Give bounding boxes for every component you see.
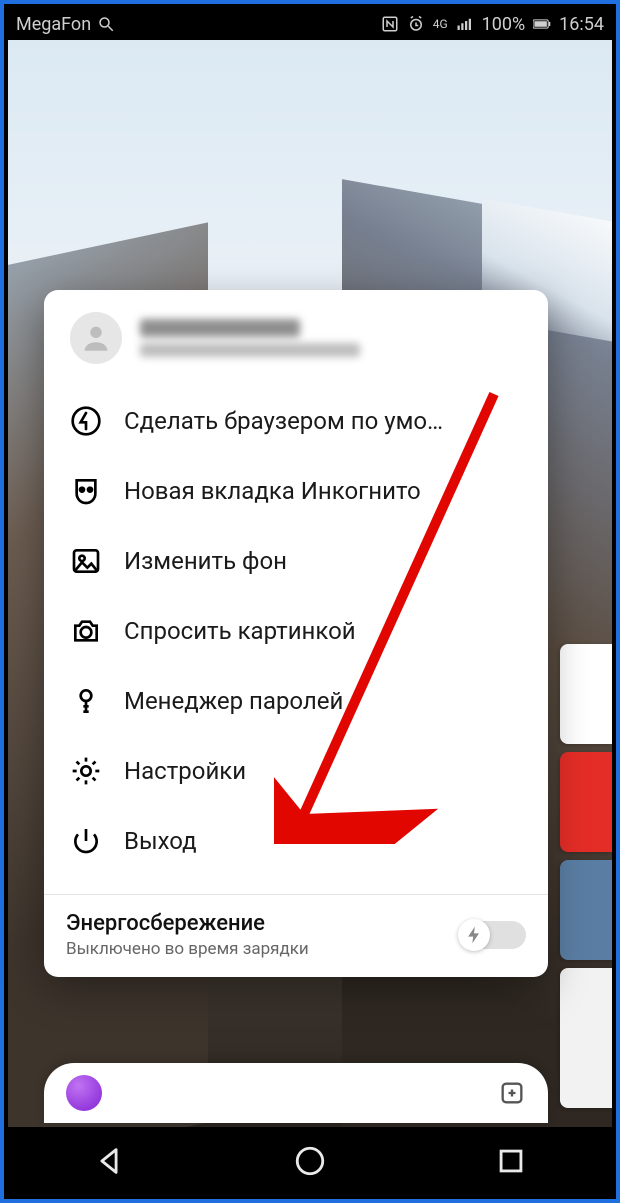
yandex-icon: [70, 405, 102, 437]
menu-item-exit[interactable]: Выход: [44, 806, 548, 876]
side-tabs: [560, 644, 612, 1116]
battery-icon: [533, 15, 551, 33]
nfc-icon: [381, 15, 399, 33]
energy-title: Энергосбережение: [66, 911, 458, 936]
image-icon: [70, 545, 102, 577]
menu-item-label: Изменить фон: [124, 547, 287, 575]
device-frame: MegaFon 4G 100% 16:54: [0, 0, 620, 1203]
side-tab[interactable]: [560, 860, 612, 960]
menu-item-default-browser[interactable]: Сделать браузером по умо…: [44, 386, 548, 456]
menu-item-incognito[interactable]: Новая вкладка Инкогнито: [44, 456, 548, 526]
search-icon: [97, 15, 115, 33]
incognito-icon: [70, 475, 102, 507]
status-bar: MegaFon 4G 100% 16:54: [8, 8, 612, 40]
profile-row[interactable]: [44, 290, 548, 378]
side-tab[interactable]: [560, 644, 612, 744]
battery-pct: 100%: [482, 14, 526, 35]
energy-saving-row[interactable]: Энергосбережение Выключено во время заря…: [44, 895, 548, 977]
side-tab[interactable]: [560, 968, 612, 1108]
menu-item-label: Спросить картинкой: [124, 617, 356, 645]
side-tab[interactable]: [560, 752, 612, 852]
network-label: 4G: [433, 17, 448, 31]
new-tab-icon: [498, 1079, 526, 1107]
menu-item-label: Настройки: [124, 757, 246, 785]
energy-subtitle: Выключено во время зарядки: [66, 939, 458, 959]
menu-item-label: Сделать браузером по умо…: [124, 407, 443, 435]
gear-icon: [70, 755, 102, 787]
search-bar[interactable]: [44, 1063, 548, 1123]
menu-item-change-background[interactable]: Изменить фон: [44, 526, 548, 596]
camera-icon: [70, 615, 102, 647]
key-icon: [70, 685, 102, 717]
home-button[interactable]: [293, 1144, 327, 1178]
menu-item-password-manager[interactable]: Менеджер паролей: [44, 666, 548, 736]
browser-menu: Сделать браузером по умо… Новая вкладка …: [44, 290, 548, 977]
clock: 16:54: [559, 14, 604, 35]
signal-icon: [456, 15, 474, 33]
carrier-label: MegaFon: [16, 14, 91, 35]
android-nav-bar: [8, 1127, 612, 1195]
energy-toggle[interactable]: [470, 921, 526, 949]
profile-text-blurred: [140, 319, 522, 357]
alarm-icon: [407, 15, 425, 33]
avatar: [70, 312, 122, 364]
menu-item-label: Новая вкладка Инкогнито: [124, 477, 421, 505]
menu-item-label: Менеджер паролей: [124, 687, 343, 715]
bolt-icon: [464, 925, 484, 945]
power-icon: [70, 825, 102, 857]
menu-item-ask-by-image[interactable]: Спросить картинкой: [44, 596, 548, 666]
menu-item-label: Выход: [124, 827, 197, 855]
menu-list: Сделать браузером по умо… Новая вкладка …: [44, 378, 548, 890]
alice-icon: [66, 1075, 102, 1111]
recent-apps-button[interactable]: [494, 1144, 528, 1178]
back-button[interactable]: [92, 1144, 126, 1178]
menu-item-settings[interactable]: Настройки: [44, 736, 548, 806]
